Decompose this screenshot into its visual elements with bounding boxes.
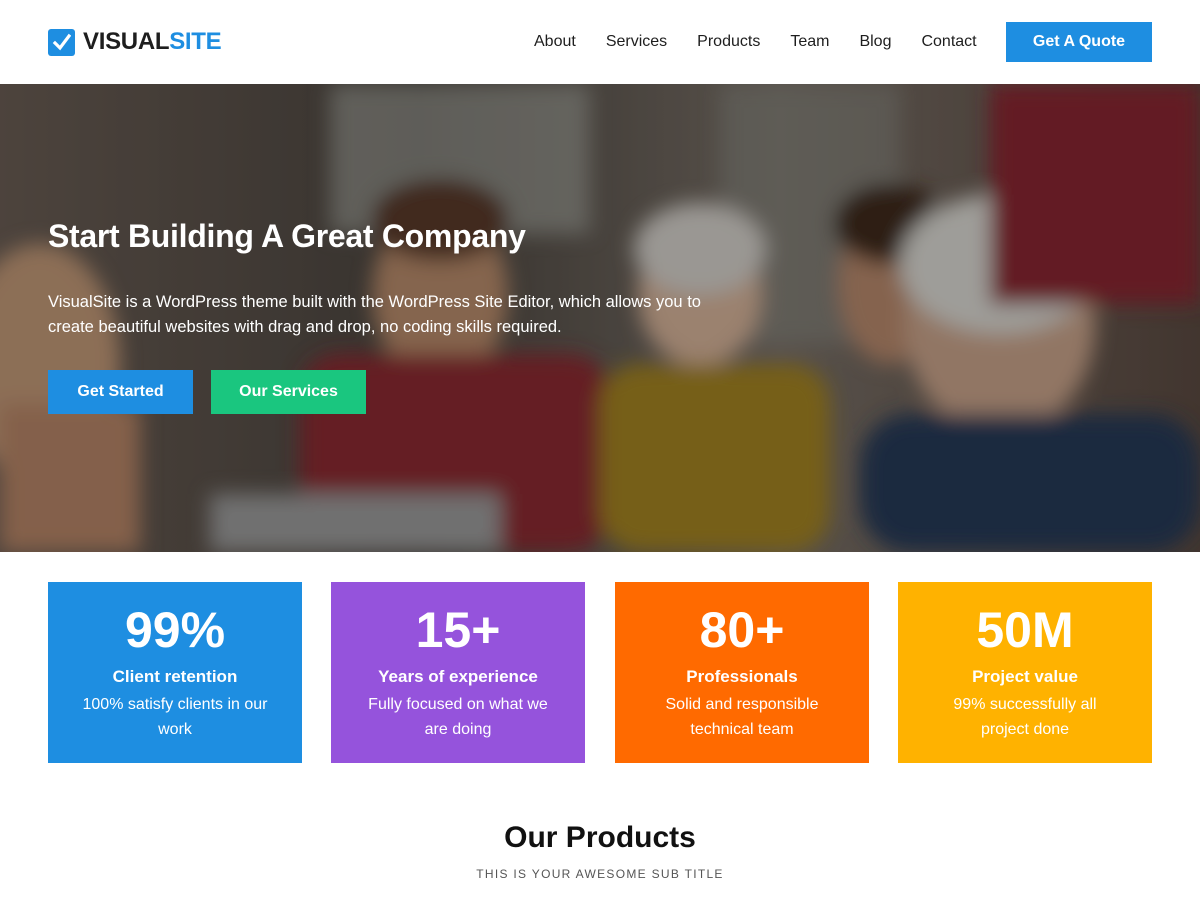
logo-text: VISUALSITE	[83, 28, 222, 56]
our-services-button[interactable]: Our Services	[211, 370, 366, 414]
hero-description: VisualSite is a WordPress theme built wi…	[48, 293, 701, 336]
nav-about[interactable]: About	[534, 31, 576, 53]
nav-contact[interactable]: Contact	[921, 31, 976, 53]
stat-value: 50M	[976, 602, 1074, 658]
site-logo[interactable]: VISUALSITE	[48, 28, 222, 56]
stat-card-client-retention: 99% Client retention 100% satisfy client…	[48, 582, 302, 763]
stat-title: Years of experience	[378, 667, 538, 686]
stat-value: 15+	[415, 602, 501, 658]
main-navigation: About Services Products Team Blog Contac…	[534, 31, 977, 53]
hero-title: Start Building A Great Company	[48, 218, 526, 254]
stat-value: 99%	[124, 602, 226, 658]
stat-value: 80+	[699, 602, 785, 658]
site-header: VISUALSITE About Services Products Team …	[0, 0, 1200, 84]
stat-title: Client retention	[112, 667, 238, 686]
stat-card-project-value: 50M Project value 99% successfully all p…	[898, 582, 1152, 763]
stat-title: Professionals	[686, 667, 798, 686]
nav-team[interactable]: Team	[790, 31, 829, 53]
get-a-quote-button[interactable]: Get A Quote	[1006, 22, 1152, 62]
products-section-subtitle: THIS IS YOUR AWESOME SUB TITLE	[476, 867, 724, 881]
checkbox-check-icon	[48, 28, 75, 56]
stat-card-professionals: 80+ Professionals Solid and responsible …	[615, 582, 869, 763]
stat-description: 100% satisfy clients in our work	[82, 696, 268, 738]
nav-services[interactable]: Services	[606, 31, 667, 53]
get-started-button[interactable]: Get Started	[48, 370, 193, 414]
stat-title: Project value	[972, 667, 1078, 686]
stat-card-years-experience: 15+ Years of experience Fully focused on…	[331, 582, 585, 763]
stat-description: 99% successfully all project done	[953, 696, 1097, 738]
products-section-title: Our Products	[504, 821, 696, 854]
hero-section: Start Building A Great Company VisualSit…	[0, 84, 1200, 552]
logo-text-site: SITE	[169, 28, 222, 55]
nav-products[interactable]: Products	[697, 31, 760, 53]
stat-description: Solid and responsible technical team	[665, 696, 819, 738]
nav-blog[interactable]: Blog	[859, 31, 891, 53]
stat-description: Fully focused on what we are doing	[368, 696, 548, 738]
logo-text-visual: VISUAL	[83, 28, 170, 55]
